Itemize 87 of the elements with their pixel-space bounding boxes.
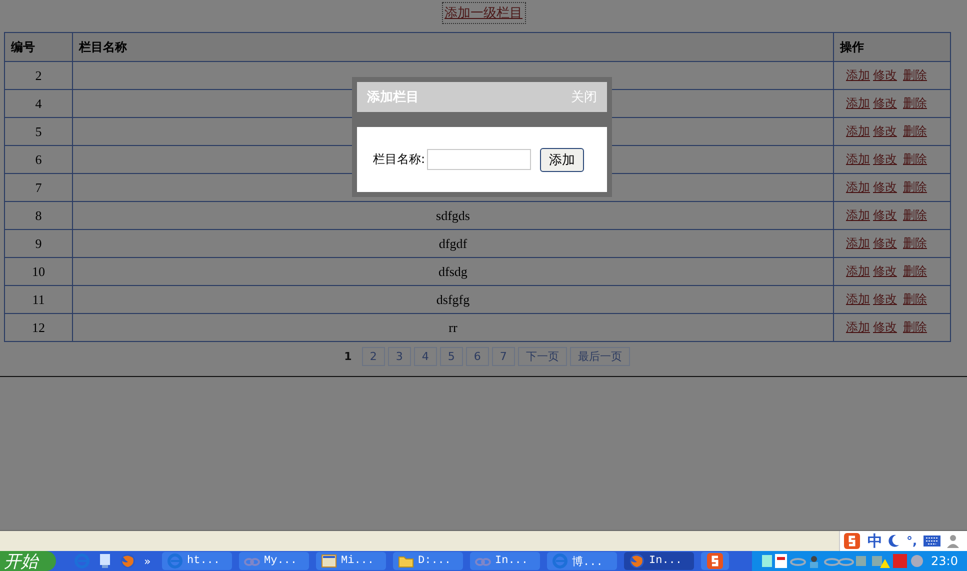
- action-link[interactable]: 添加: [846, 68, 870, 82]
- action-link[interactable]: 添加: [846, 292, 870, 306]
- table-cell: rr: [72, 314, 834, 342]
- action-link[interactable]: 修改: [873, 264, 897, 278]
- browser-icon: [552, 554, 568, 568]
- add-category-link[interactable]: 添加一级栏目: [442, 3, 524, 23]
- taskbar-button[interactable]: Mi...: [316, 552, 386, 570]
- table-cell: 5: [4, 118, 72, 146]
- clock: 23:0: [931, 554, 958, 568]
- action-link[interactable]: 添加: [846, 208, 870, 222]
- taskbar-button[interactable]: My...: [239, 552, 309, 570]
- taskbar-button[interactable]: In...: [624, 552, 694, 570]
- action-link[interactable]: 修改: [873, 124, 897, 138]
- window-icon: [322, 554, 336, 568]
- more-button[interactable]: »: [144, 554, 151, 568]
- action-link[interactable]: 删除: [903, 264, 927, 278]
- action-link[interactable]: 修改: [873, 208, 897, 222]
- action-link[interactable]: 删除: [903, 320, 927, 334]
- page-link[interactable]: 2: [362, 347, 385, 366]
- column-header: 操作: [834, 32, 950, 62]
- taskbar-button[interactable]: D:...: [393, 552, 463, 570]
- field-label: 栏目名称:: [373, 151, 426, 168]
- action-link[interactable]: 添加: [846, 124, 870, 138]
- add-button[interactable]: 添加: [540, 148, 584, 172]
- action-link[interactable]: 添加: [846, 96, 870, 110]
- action-link[interactable]: 添加: [846, 152, 870, 166]
- action-link[interactable]: 添加: [846, 264, 870, 278]
- action-link[interactable]: 修改: [873, 180, 897, 194]
- action-link[interactable]: 删除: [903, 292, 927, 306]
- moon-icon[interactable]: [889, 534, 900, 547]
- page-link[interactable]: 最后一页: [570, 347, 630, 366]
- input-field[interactable]: [427, 149, 532, 170]
- table-cell: dfgdf: [72, 230, 834, 258]
- keyboard-icon[interactable]: [924, 536, 940, 546]
- browser-icon: [168, 554, 182, 568]
- table-cell: 10: [4, 258, 72, 286]
- taskbar-button[interactable]: In...: [470, 552, 540, 570]
- firefox-icon: [121, 554, 135, 568]
- action-link[interactable]: 修改: [873, 236, 897, 250]
- page-link[interactable]: 4: [414, 347, 437, 366]
- action-link[interactable]: 修改: [873, 68, 897, 82]
- action-link[interactable]: 修改: [873, 320, 897, 334]
- column-header: 栏目名称: [72, 32, 834, 62]
- action-link[interactable]: 删除: [903, 68, 927, 82]
- table-cell: 9: [4, 230, 72, 258]
- column-header: 编号: [4, 32, 72, 62]
- table-cell: 8: [4, 202, 72, 230]
- action-link[interactable]: 修改: [873, 152, 897, 166]
- table-cell: 2: [4, 62, 72, 90]
- action-link[interactable]: 添加: [846, 180, 870, 194]
- folder-icon: [398, 556, 414, 568]
- table-cell: dfsdg: [72, 258, 834, 286]
- desktop-icon[interactable]: [100, 554, 110, 568]
- page-link[interactable]: 5: [440, 347, 463, 366]
- taskbar-button[interactable]: 博...: [547, 552, 617, 570]
- page-link[interactable]: 3: [388, 347, 411, 366]
- table-cell: 4: [4, 90, 72, 118]
- action-link[interactable]: 添加: [846, 236, 870, 250]
- action-link[interactable]: 删除: [903, 208, 927, 222]
- input-mode-toggle[interactable]: 中: [867, 532, 882, 550]
- page-link[interactable]: 7: [492, 347, 515, 366]
- table-cell: sdfgds: [72, 202, 834, 230]
- taskbar-button[interactable]: [701, 552, 729, 570]
- page-link[interactable]: 1: [337, 347, 359, 366]
- chain-icon: [244, 558, 260, 566]
- action-link[interactable]: 修改: [873, 292, 897, 306]
- page-link[interactable]: 6: [466, 347, 489, 366]
- action-link[interactable]: 删除: [903, 236, 927, 250]
- punctuation-toggle[interactable]: °,: [906, 534, 917, 548]
- firefox-icon: [630, 554, 644, 568]
- table-cell: 6: [4, 146, 72, 174]
- page-link[interactable]: 下一页: [518, 347, 567, 366]
- chain-icon: [475, 558, 491, 566]
- table-cell: 12: [4, 314, 72, 342]
- table-cell: dsfgfg: [72, 286, 834, 314]
- action-link[interactable]: 修改: [873, 96, 897, 110]
- action-link[interactable]: 添加: [846, 320, 870, 334]
- action-link[interactable]: 删除: [903, 152, 927, 166]
- action-link[interactable]: 删除: [903, 124, 927, 138]
- action-link[interactable]: 删除: [903, 96, 927, 110]
- table-cell: 7: [4, 174, 72, 202]
- taskbar-button[interactable]: ht...: [162, 552, 232, 570]
- action-link[interactable]: 删除: [903, 180, 927, 194]
- table-cell: 11: [4, 286, 72, 314]
- user-icon[interactable]: [947, 535, 959, 548]
- start-button[interactable]: 开始: [0, 551, 56, 571]
- sogou-icon: [707, 553, 723, 569]
